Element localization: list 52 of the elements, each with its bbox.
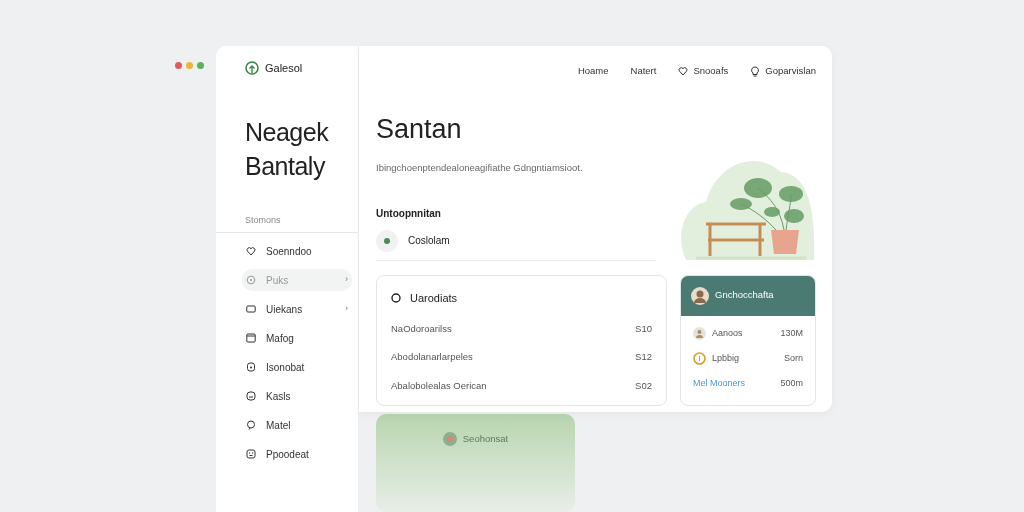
row-label: Abodolanarlarpeles (391, 350, 473, 365)
lightbulb-icon (750, 65, 761, 77)
page-title: Santan (376, 113, 463, 147)
sidebar-item[interactable]: Matel (242, 414, 352, 436)
promo-label: Seohonsat (462, 432, 509, 447)
row-label: Abalobolealas Oerican (391, 378, 487, 393)
dot-icon (384, 237, 390, 244)
row-value: S02 (635, 378, 652, 393)
sidebar-item[interactable]: Kasls (242, 385, 352, 407)
row-value: S10 (635, 322, 652, 336)
screen-icon (246, 304, 256, 314)
card-title: Uarodiats (410, 290, 458, 306)
profile-name: Gnchocchafta (715, 288, 774, 303)
nav-link[interactable]: Natert (630, 64, 657, 79)
option-toggle[interactable] (376, 229, 398, 252)
sidebar-title: Neagek Bantaly (244, 116, 330, 182)
sidebar-item[interactable]: Mafog (242, 327, 352, 349)
window-icon (246, 333, 256, 343)
nav-link[interactable]: Hoame (577, 64, 609, 79)
sidebar-item[interactable]: Isonobat (242, 356, 352, 378)
sidebar-item[interactable]: Puks › (242, 269, 352, 291)
row-value: 500m (780, 376, 803, 390)
row-value: 130M (780, 326, 803, 340)
section-heading: Untoopnnitan (376, 206, 442, 221)
page-subtitle: Ibingchoenptendealoneagifiathe Gdngntiamsioot. (376, 161, 584, 176)
sidebar-item[interactable]: Ppoodeat (242, 443, 352, 465)
face-icon (246, 449, 256, 459)
row-label: NaOdoroarilss (391, 322, 452, 336)
window-control-dot[interactable] (175, 62, 182, 69)
section-label: Stomons (216, 208, 358, 233)
circle-icon (391, 292, 401, 303)
row-label: Lpbbig (712, 351, 740, 365)
row-value: Sorn (784, 351, 803, 365)
heart-icon (246, 246, 256, 256)
sidebar-item[interactable]: Uiekans › (242, 298, 352, 320)
row-label: Aanoos (712, 326, 743, 340)
option-label: Coslolam (408, 234, 450, 248)
window-control-dot[interactable] (197, 62, 204, 69)
row-value: S12 (635, 350, 652, 365)
chevron-icon: › (345, 302, 348, 316)
nav-link[interactable]: Snooafs (678, 64, 729, 79)
brand-name: Galesol (265, 61, 303, 76)
circle-icon (442, 432, 457, 447)
coin-icon (693, 352, 706, 365)
chevron-icon: › (345, 273, 348, 287)
circle-icon (246, 275, 256, 285)
avatar-icon (691, 286, 709, 305)
window-control-dot[interactable] (186, 62, 193, 69)
sidebar-item[interactable]: Soenndoo (242, 240, 352, 262)
heart-icon (678, 66, 689, 77)
nav-link[interactable]: Goparvislan (750, 64, 816, 79)
avatar-icon (693, 327, 706, 340)
